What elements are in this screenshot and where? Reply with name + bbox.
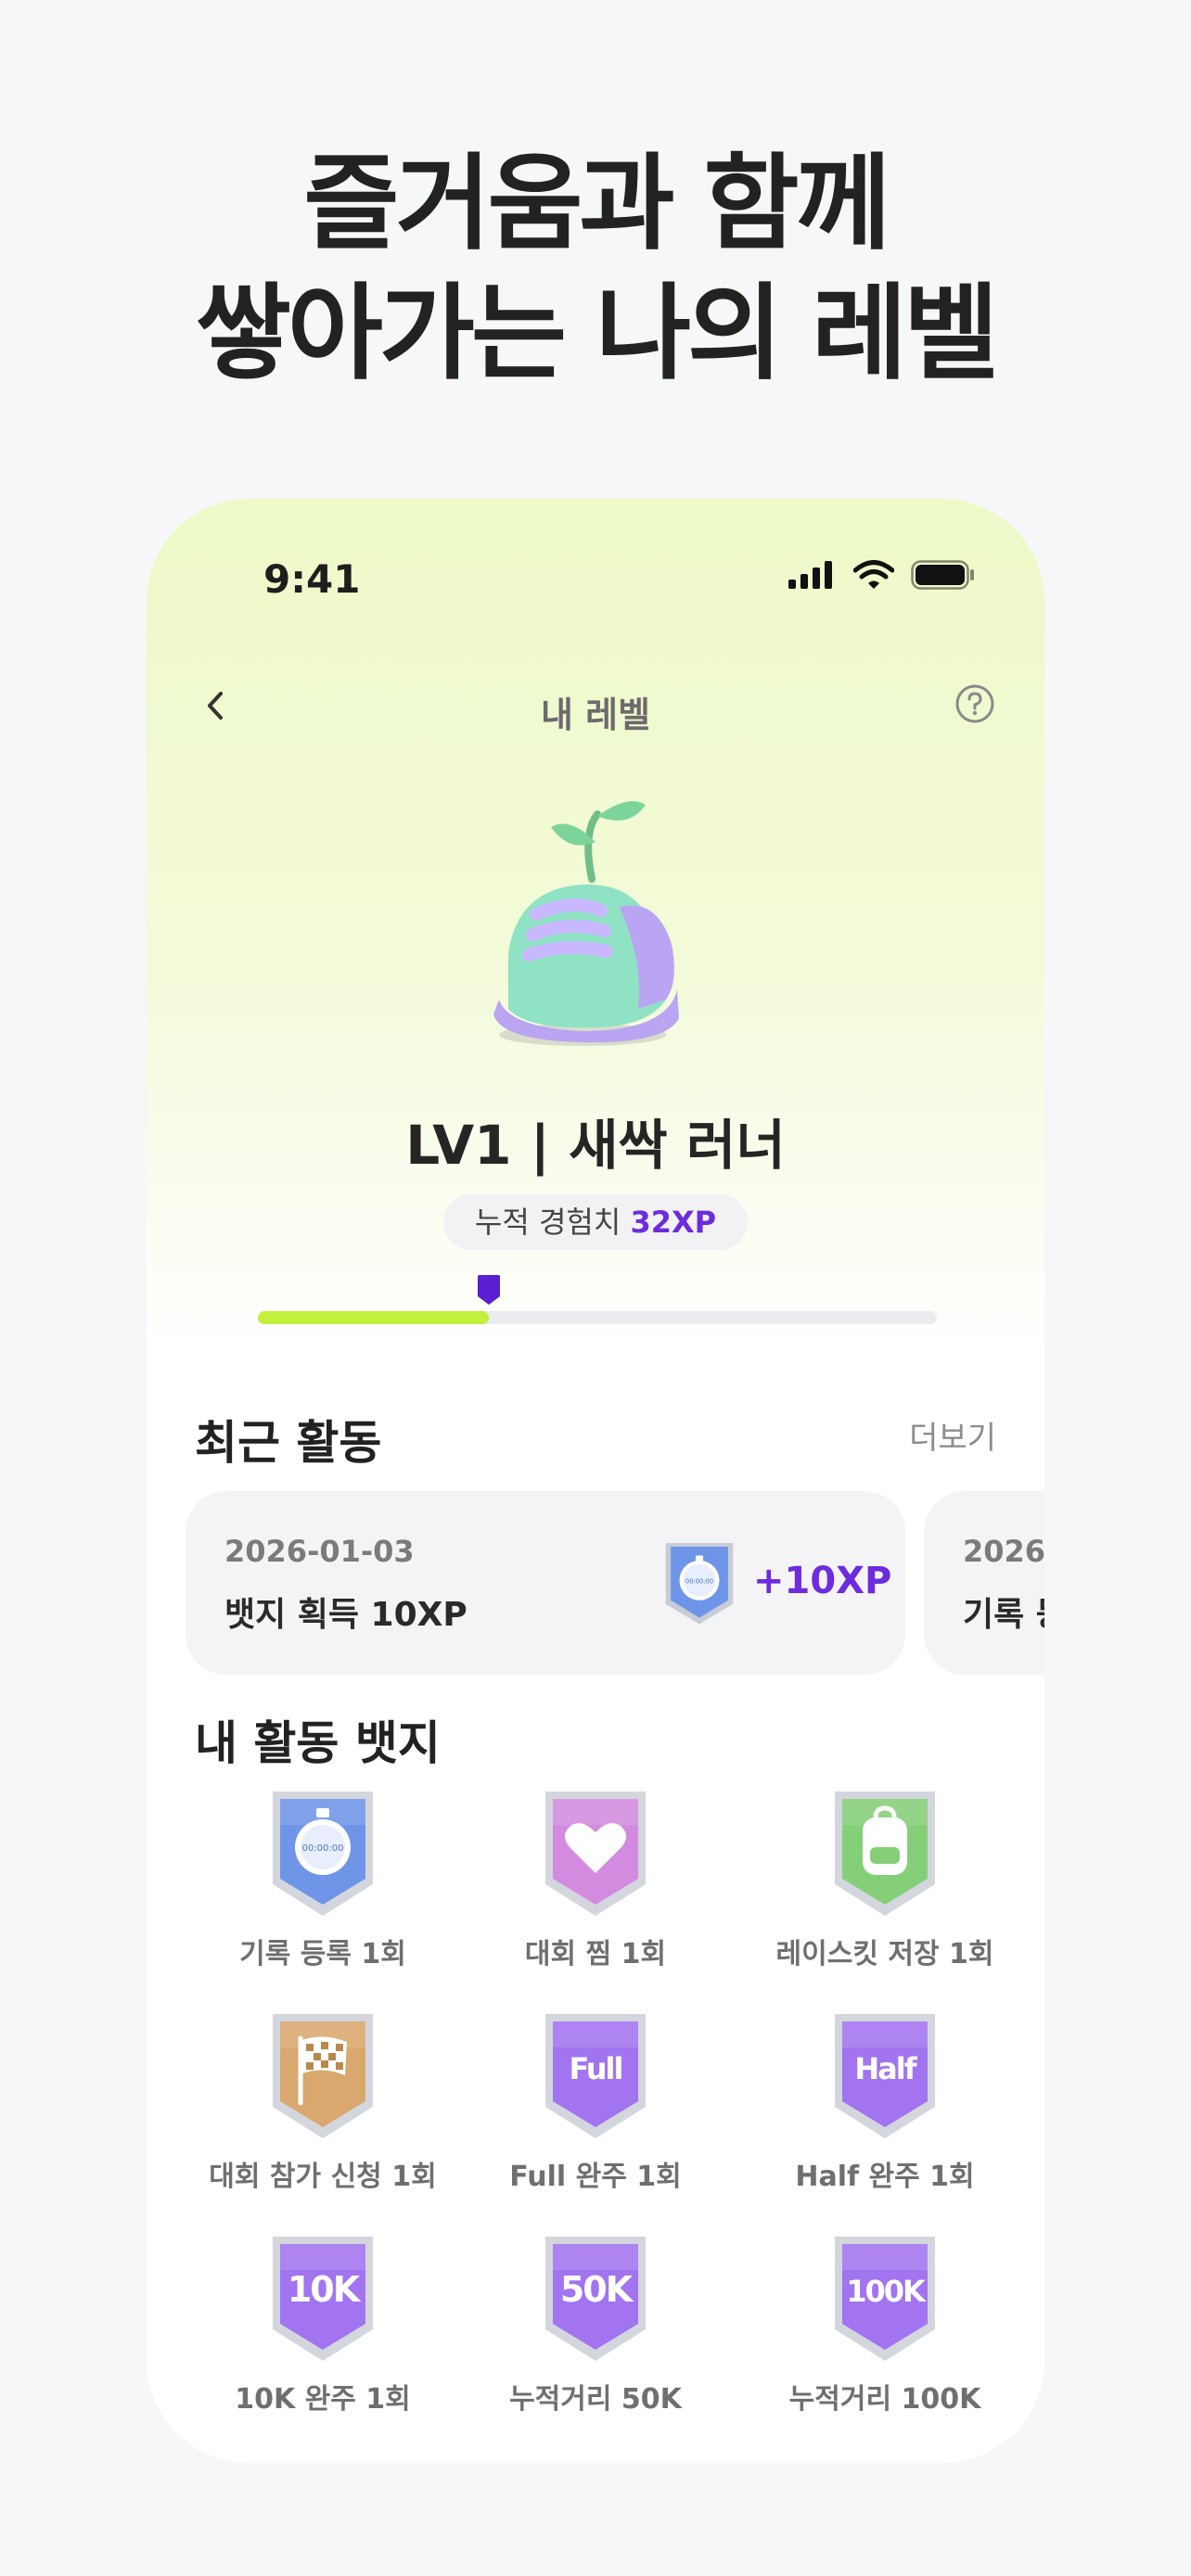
svg-text:00:00:00: 00:00:00	[302, 1843, 344, 1854]
badge-item[interactable]: 100K 누적거리 100K	[746, 2233, 1024, 2417]
heart-badge-icon	[545, 1792, 646, 1916]
badge-label: 기록 등록 1회	[239, 1938, 406, 1970]
badge-item[interactable]: 대회 참가 신청 1회	[184, 2010, 462, 2194]
sprout-shoe-icon	[493, 801, 679, 1046]
status-bar: 9:41	[147, 545, 1044, 610]
wifi-icon	[853, 560, 894, 589]
badge-label: 누적거리 50K	[509, 2383, 682, 2416]
stopwatch-badge-icon: 00:00:00	[665, 1543, 734, 1625]
badge-item[interactable]: 00:00:00 기록 등록 1회	[184, 1788, 462, 1971]
badge-label: 10K 완주 1회	[235, 2383, 411, 2416]
backpack-badge-icon	[835, 1792, 935, 1916]
flag-badge-icon	[273, 2014, 373, 2138]
headline: 즐거움과 함께 쌓아가는 나의 레벨	[0, 139, 1191, 399]
level-title: LV1 | 새싹 러너	[405, 1114, 786, 1177]
activity-card[interactable]: 2026-01-03 뱃지 획득 10XP 00:00:00 +10XP	[186, 1491, 905, 1675]
badge-label: Half 완주 1회	[795, 2161, 975, 2193]
activity-date: 2026-01-03	[224, 1534, 415, 1569]
badge-label: Full 완주 1회	[509, 2161, 682, 2193]
stopwatch-badge-icon: 00:00:00	[273, 1792, 373, 1916]
activity-description: 기록 등	[963, 1596, 1044, 1634]
text-badge-icon: 100K	[835, 2237, 935, 2361]
activity-card-partial[interactable]: 2026- 기록 등	[924, 1491, 1044, 1675]
xp-pill: 누적 경험치 32XP	[443, 1194, 748, 1250]
text-badge-icon: 50K	[545, 2237, 646, 2361]
headline-line-2: 쌓아가는 나의 레벨	[195, 274, 999, 394]
text-badge-icon: Half	[835, 2014, 935, 2138]
xp-value: 32XP	[630, 1205, 717, 1240]
svg-text:00:00:00: 00:00:00	[685, 1578, 713, 1586]
badge-item[interactable]: Full Full 완주 1회	[456, 2010, 735, 2194]
badge-label: 누적거리 100K	[788, 2383, 981, 2416]
activity-xp: +10XP	[753, 1560, 892, 1602]
badge-label: 레이스킷 저장 1회	[775, 1938, 994, 1970]
svg-text:100K: 100K	[846, 2274, 927, 2309]
badge-label: 대회 참가 신청 1회	[209, 2161, 437, 2193]
svg-text:50K: 50K	[560, 2269, 634, 2310]
badge-item[interactable]: 10K 10K 완주 1회	[184, 2233, 462, 2417]
svg-text:10K: 10K	[288, 2269, 362, 2310]
activity-description: 뱃지 획득 10XP	[224, 1596, 467, 1634]
nav-title: 내 레벨	[540, 695, 651, 735]
xp-label: 누적 경험치	[474, 1205, 621, 1240]
badge-item[interactable]: 50K 누적거리 50K	[456, 2233, 735, 2417]
progress-marker-icon	[477, 1275, 500, 1305]
status-time: 9:41	[263, 556, 361, 602]
battery-icon	[911, 560, 974, 590]
svg-text:Full: Full	[570, 2051, 622, 2086]
badge-item[interactable]: 대회 찜 1회	[456, 1788, 735, 1971]
text-badge-icon: Full	[545, 2014, 646, 2138]
badge-item[interactable]: 레이스킷 저장 1회	[746, 1788, 1024, 1971]
badges-title: 내 활동 뱃지	[195, 1716, 441, 1770]
question-circle-icon[interactable]	[954, 682, 996, 725]
svg-text:Half: Half	[854, 2051, 917, 2086]
activity-date: 2026-	[963, 1534, 1044, 1569]
headline-line-1: 즐거움과 함께	[303, 144, 890, 264]
signal-icon	[788, 561, 832, 589]
phone-frame: 9:41 내 레벨 LV1 | 새싹 러너 누적 경험치 32XP 최근 활동 …	[147, 499, 1044, 2463]
navbar: 내 레벨	[147, 666, 1044, 749]
level-progress-bar	[258, 1275, 937, 1324]
status-icons	[788, 560, 976, 590]
badge-item[interactable]: Half Half 완주 1회	[746, 2010, 1024, 2194]
recent-activity-title: 최근 활동	[195, 1416, 382, 1470]
text-badge-icon: 10K	[273, 2237, 373, 2361]
level-progress-fill	[258, 1311, 489, 1324]
more-link[interactable]: 더보기	[909, 1412, 996, 1458]
badge-label: 대회 찜 1회	[524, 1938, 667, 1970]
